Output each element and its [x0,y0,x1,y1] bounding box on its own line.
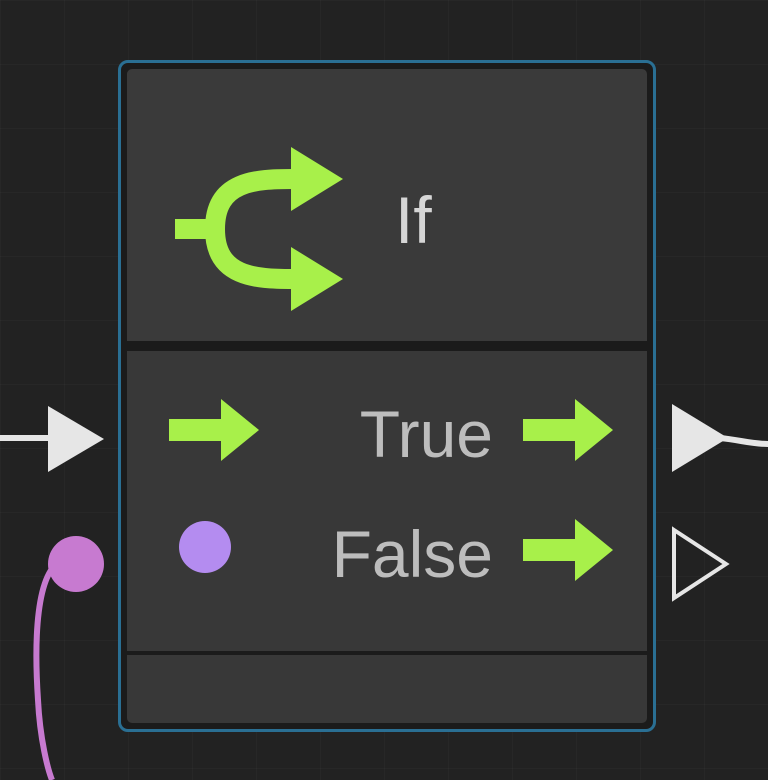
incoming-data-wire [33,557,64,780]
node-title: If [395,183,432,257]
pin-row-false: False [127,501,647,601]
branch-icon [175,147,343,311]
output-exec-port-false[interactable] [668,526,732,602]
exec-arrow-icon[interactable] [169,399,261,463]
input-exec-port[interactable] [44,404,108,474]
input-data-port[interactable] [48,536,104,592]
pin-label-false: False [331,517,493,591]
exec-arrow-icon[interactable] [523,519,615,583]
node-footer [127,655,647,723]
node-body: True False [127,351,647,651]
exec-arrow-icon[interactable] [523,399,615,463]
pin-row-true: True [127,381,647,481]
node-header[interactable]: If [127,69,647,341]
bool-dot-icon[interactable] [179,521,231,573]
pin-label-true: True [359,397,493,471]
output-exec-port-true[interactable] [668,402,732,474]
if-node[interactable]: If True False [118,60,656,732]
